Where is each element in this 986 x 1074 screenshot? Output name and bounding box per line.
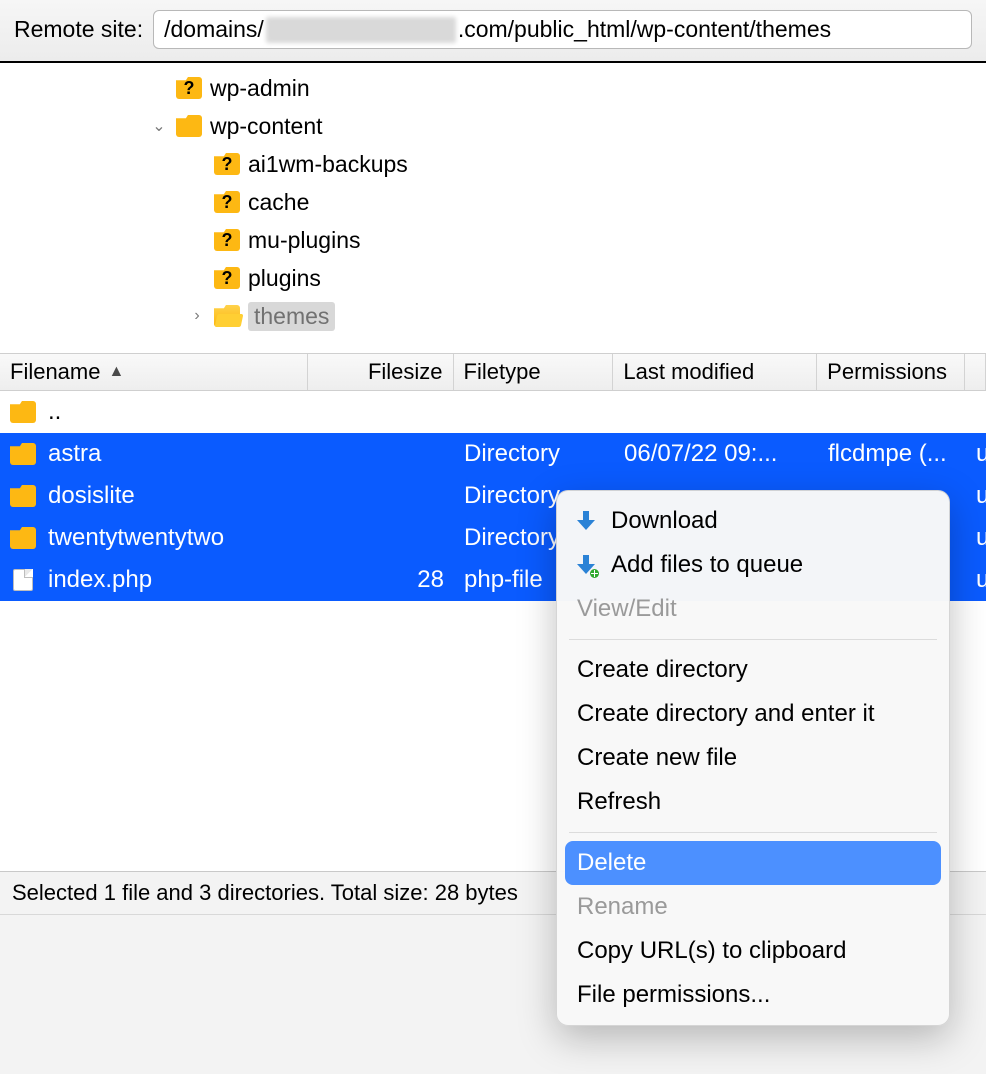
menu-create-directory[interactable]: Create directory	[557, 648, 949, 692]
tree-item-label: wp-content	[210, 113, 323, 140]
chevron-right-icon[interactable]: ›	[188, 307, 206, 325]
directory-tree[interactable]: wp-admin ⌄ wp-content ai1wm-backups cache mu-…	[0, 63, 986, 353]
unknown-folder-icon	[214, 153, 240, 175]
cell-own: u	[966, 482, 986, 510]
file-icon	[10, 569, 36, 591]
folder-icon	[214, 305, 240, 327]
tree-item-themes[interactable]: › themes	[0, 297, 986, 335]
folder-icon	[176, 115, 202, 137]
folder-icon	[10, 443, 36, 465]
menu-delete[interactable]: Delete	[565, 841, 941, 885]
header-owner[interactable]	[965, 354, 986, 390]
tree-item-label: cache	[248, 189, 309, 216]
file-list-headers: Filename▲ Filesize Filetype Last modifie…	[0, 353, 986, 391]
menu-copy-url[interactable]: Copy URL(s) to clipboard	[557, 929, 949, 973]
menu-create-new-file[interactable]: Create new file	[557, 736, 949, 780]
filename-label: index.php	[48, 566, 152, 594]
tree-item-ai1wm-backups[interactable]: ai1wm-backups	[0, 145, 986, 183]
header-filesize[interactable]: Filesize	[308, 354, 454, 390]
remote-path-input[interactable]: /domains/ .com/public_html/wp-content/the…	[153, 10, 972, 49]
chevron-down-icon[interactable]: ⌄	[150, 116, 168, 136]
tree-item-wp-content[interactable]: ⌄ wp-content	[0, 107, 986, 145]
cell-type: Directory	[454, 440, 614, 468]
remote-site-label: Remote site:	[14, 16, 143, 43]
tree-item-plugins[interactable]: plugins	[0, 259, 986, 297]
cell-size: 28	[308, 566, 454, 594]
header-last-modified[interactable]: Last modified	[613, 354, 817, 390]
context-menu: Download Add files to queue View/Edit Cr…	[556, 490, 950, 1026]
tree-item-cache[interactable]: cache	[0, 183, 986, 221]
header-filename[interactable]: Filename▲	[0, 354, 308, 390]
file-row-astra[interactable]: astra Directory06/07/22 09:...flcdmpe (..…	[0, 433, 986, 475]
tree-item-label: ai1wm-backups	[248, 151, 408, 178]
unknown-folder-icon	[176, 77, 202, 99]
menu-rename: Rename	[557, 885, 949, 929]
folder-icon	[10, 401, 36, 423]
menu-create-directory-enter[interactable]: Create directory and enter it	[557, 692, 949, 736]
filename-label: dosislite	[48, 482, 135, 510]
tree-item-label: themes	[248, 302, 335, 331]
add-to-queue-icon	[575, 555, 597, 575]
download-icon	[575, 511, 597, 531]
sort-asc-icon: ▲	[108, 363, 124, 381]
menu-view-edit: View/Edit	[557, 587, 949, 631]
menu-separator	[569, 832, 937, 833]
filename-label: astra	[48, 440, 101, 468]
address-bar: Remote site: /domains/ .com/public_html/w…	[0, 0, 986, 63]
redacted-domain	[266, 17, 456, 43]
menu-separator	[569, 639, 937, 640]
path-prefix: /domains/	[164, 16, 264, 43]
cell-own: u	[966, 440, 986, 468]
folder-icon	[10, 527, 36, 549]
menu-file-permissions[interactable]: File permissions...	[557, 973, 949, 1017]
folder-icon	[10, 485, 36, 507]
path-suffix: .com/public_html/wp-content/themes	[458, 16, 831, 43]
cell-modified: 06/07/22 09:...	[614, 440, 818, 468]
parent-dir-row[interactable]: ..	[0, 391, 986, 433]
header-filetype[interactable]: Filetype	[454, 354, 614, 390]
header-permissions[interactable]: Permissions	[817, 354, 965, 390]
cell-perm: flcdmpe (...	[818, 440, 966, 468]
filename-label: ..	[48, 398, 61, 426]
cell-own: u	[966, 566, 986, 594]
menu-refresh[interactable]: Refresh	[557, 780, 949, 824]
unknown-folder-icon	[214, 191, 240, 213]
tree-item-label: plugins	[248, 265, 321, 292]
unknown-folder-icon	[214, 267, 240, 289]
tree-item-label: wp-admin	[210, 75, 310, 102]
cell-own: u	[966, 524, 986, 552]
filename-label: twentytwentytwo	[48, 524, 224, 552]
menu-download[interactable]: Download	[557, 499, 949, 543]
menu-add-to-queue[interactable]: Add files to queue	[557, 543, 949, 587]
tree-item-label: mu-plugins	[248, 227, 361, 254]
unknown-folder-icon	[214, 229, 240, 251]
tree-item-wp-admin[interactable]: wp-admin	[0, 69, 986, 107]
tree-item-mu-plugins[interactable]: mu-plugins	[0, 221, 986, 259]
